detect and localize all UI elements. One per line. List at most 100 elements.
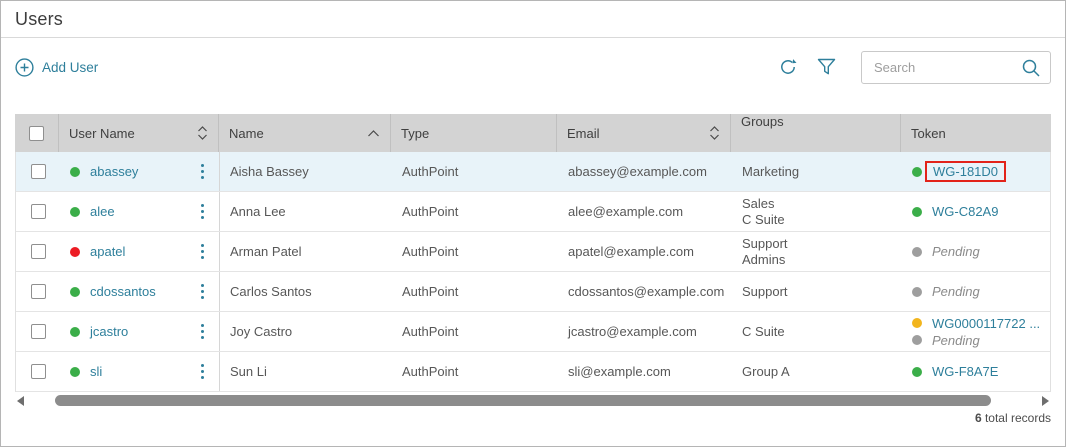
search-icon[interactable] <box>1021 58 1041 78</box>
user-status-dot <box>70 287 80 297</box>
row-menu-icon[interactable] <box>196 160 209 183</box>
name-cell: Aisha Bassey <box>220 152 392 191</box>
username-link[interactable]: jcastro <box>90 324 128 339</box>
type-cell: AuthPoint <box>392 232 558 271</box>
column-label: Name <box>229 126 264 141</box>
row-menu-icon[interactable] <box>196 360 209 383</box>
toolbar-right <box>777 51 1051 84</box>
username-link[interactable]: alee <box>90 204 115 219</box>
row-checkbox[interactable] <box>31 204 46 219</box>
add-user-button[interactable]: Add User <box>15 58 98 77</box>
token-cell: Pending <box>902 272 1054 311</box>
refresh-icon[interactable] <box>777 56 799 78</box>
row-menu-icon[interactable] <box>196 320 209 343</box>
filter-icon[interactable] <box>815 56 837 78</box>
table-row[interactable]: alee Anna Lee AuthPoint alee@example.com… <box>16 192 1050 232</box>
email-cell: sli@example.com <box>558 352 732 391</box>
column-header-groups[interactable]: Groups <box>731 114 901 152</box>
scroll-right-arrow-icon[interactable] <box>1042 396 1049 406</box>
token-link[interactable]: WG0000117722 ... <box>932 316 1040 331</box>
token-status-dot <box>912 287 922 297</box>
page-header: Users <box>1 1 1065 38</box>
row-checkbox[interactable] <box>31 244 46 259</box>
name-cell: Joy Castro <box>220 312 392 351</box>
type-cell: AuthPoint <box>392 312 558 351</box>
row-checkbox[interactable] <box>31 324 46 339</box>
column-header-token[interactable]: Token <box>901 114 1053 152</box>
total-records-count: 6 <box>975 411 982 425</box>
user-status-dot <box>70 327 80 337</box>
scroll-left-arrow-icon[interactable] <box>17 396 24 406</box>
table-body: abassey Aisha Bassey AuthPoint abassey@e… <box>15 152 1051 392</box>
table-row[interactable]: jcastro Joy Castro AuthPoint jcastro@exa… <box>16 312 1050 352</box>
type-cell: AuthPoint <box>392 272 558 311</box>
column-label: Type <box>401 126 429 141</box>
row-checkbox[interactable] <box>31 164 46 179</box>
highlight-annotation-box: WG-181D0 <box>925 161 1006 182</box>
table-row[interactable]: sli Sun Li AuthPoint sli@example.com Gro… <box>16 352 1050 392</box>
column-header-type[interactable]: Type <box>391 114 557 152</box>
token-cell: WG-181D0 <box>902 152 1054 191</box>
column-label: Groups <box>741 114 784 130</box>
user-name-cell: apatel <box>60 232 220 271</box>
column-header-name[interactable]: Name <box>219 114 391 152</box>
groups-cell: Marketing <box>732 152 902 191</box>
row-menu-icon[interactable] <box>196 200 209 223</box>
users-page: Users Add User <box>0 0 1066 447</box>
total-records: 6 total records <box>975 411 1051 425</box>
username-link[interactable]: sli <box>90 364 102 379</box>
row-check-cell <box>16 152 60 191</box>
sort-both-icon[interactable] <box>197 126 208 140</box>
row-menu-icon[interactable] <box>196 240 209 263</box>
user-status-dot <box>70 167 80 177</box>
groups-cell: SupportAdmins <box>732 232 902 271</box>
username-link[interactable]: cdossantos <box>90 284 156 299</box>
users-table: User Name Name Type Email Groups Token <box>15 114 1051 392</box>
horizontal-scrollbar[interactable] <box>15 394 1051 407</box>
toolbar: Add User <box>1 38 1065 84</box>
user-status-dot <box>70 367 80 377</box>
sort-both-icon[interactable] <box>709 126 720 140</box>
page-title: Users <box>15 9 1051 30</box>
name-cell: Arman Patel <box>220 232 392 271</box>
select-all-cell <box>15 114 59 152</box>
table-header-row: User Name Name Type Email Groups Token <box>15 114 1051 152</box>
row-check-cell <box>16 312 60 351</box>
token-link[interactable]: WG-C82A9 <box>932 204 998 219</box>
table-row[interactable]: abassey Aisha Bassey AuthPoint abassey@e… <box>16 152 1050 192</box>
token-link[interactable]: WG-F8A7E <box>932 364 998 379</box>
row-checkbox[interactable] <box>31 364 46 379</box>
sort-asc-icon[interactable] <box>367 130 380 137</box>
table-row[interactable]: cdossantos Carlos Santos AuthPoint cdoss… <box>16 272 1050 312</box>
name-cell: Anna Lee <box>220 192 392 231</box>
username-link[interactable]: abassey <box>90 164 138 179</box>
column-label: Token <box>911 126 946 141</box>
token-pending-label: Pending <box>932 333 980 348</box>
type-cell: AuthPoint <box>392 192 558 231</box>
row-check-cell <box>16 192 60 231</box>
row-checkbox[interactable] <box>31 284 46 299</box>
token-status-dot <box>912 318 922 328</box>
token-status-dot <box>912 167 922 177</box>
token-link[interactable]: WG-181D0 <box>933 164 998 179</box>
select-all-checkbox[interactable] <box>29 126 44 141</box>
row-check-cell <box>16 232 60 271</box>
add-user-label: Add User <box>42 60 98 75</box>
user-name-cell: cdossantos <box>60 272 220 311</box>
user-name-cell: sli <box>60 352 220 391</box>
token-cell: WG-F8A7E <box>902 352 1054 391</box>
row-menu-icon[interactable] <box>196 280 209 303</box>
groups-cell: Support <box>732 272 902 311</box>
row-check-cell <box>16 352 60 391</box>
table-row[interactable]: apatel Arman Patel AuthPoint apatel@exam… <box>16 232 1050 272</box>
email-cell: cdossantos@example.com <box>558 272 732 311</box>
scrollbar-thumb[interactable] <box>55 395 991 406</box>
column-header-email[interactable]: Email <box>557 114 731 152</box>
name-cell: Sun Li <box>220 352 392 391</box>
token-cell: WG0000117722 ... Pending <box>902 312 1054 351</box>
email-cell: apatel@example.com <box>558 232 732 271</box>
column-header-user-name[interactable]: User Name <box>59 114 219 152</box>
search-box <box>861 51 1051 84</box>
username-link[interactable]: apatel <box>90 244 125 259</box>
type-cell: AuthPoint <box>392 352 558 391</box>
